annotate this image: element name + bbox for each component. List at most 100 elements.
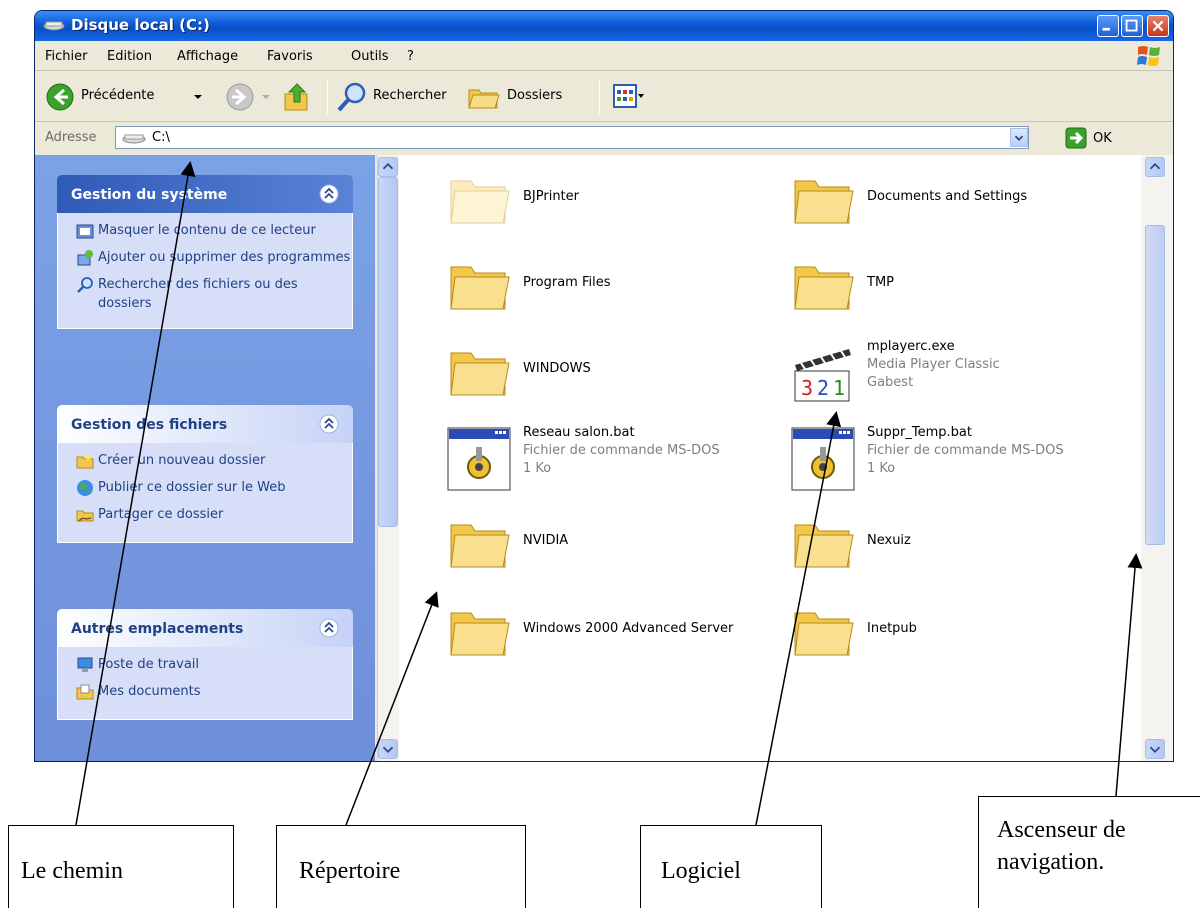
task-label: Mes documents <box>98 684 201 699</box>
chevron-up-icon <box>382 163 394 170</box>
file-detail: 1 Ko <box>867 461 896 476</box>
folder-icon <box>447 341 511 401</box>
callout-text: Logiciel <box>661 858 741 884</box>
menu-favoris[interactable]: Favoris <box>267 49 313 64</box>
folder-icon <box>447 601 511 661</box>
folder-icon <box>791 513 855 573</box>
batch-file-icon <box>791 427 855 491</box>
address-value: C:\ <box>152 130 170 145</box>
chevron-up-icon <box>1149 163 1161 170</box>
search-button-label[interactable]: Rechercher <box>373 88 447 103</box>
folder-item[interactable]: Nexuiz <box>779 507 1119 587</box>
task-label: Rechercher des fichiers ou des dossiers <box>98 277 298 311</box>
folder-item[interactable]: TMP <box>779 249 1119 329</box>
file-item[interactable]: Reseau salon.bat Fichier de commande MS-D… <box>435 421 775 501</box>
place-my-computer[interactable]: Poste de travail <box>58 655 352 677</box>
views-icon[interactable] <box>613 84 645 110</box>
folder-item[interactable]: BJPrinter <box>435 163 775 243</box>
back-button-label[interactable]: Précédente <box>81 88 154 103</box>
minimize-button[interactable] <box>1097 15 1119 37</box>
task-label: Publier ce dossier sur le Web <box>98 480 286 495</box>
callout-software: Logiciel <box>640 825 822 908</box>
collapse-chevron-icon[interactable] <box>319 184 339 204</box>
scroll-thumb[interactable] <box>378 177 398 527</box>
back-dropdown-icon[interactable] <box>193 92 203 102</box>
collapse-chevron-icon[interactable] <box>319 618 339 638</box>
folder-icon <box>791 169 855 229</box>
globe-icon <box>77 480 93 496</box>
scroll-down-button[interactable] <box>378 739 398 759</box>
task-new-folder[interactable]: Créer un nouveau dossier <box>58 451 352 473</box>
folder-item[interactable]: WINDOWS <box>435 335 775 415</box>
file-detail: Fichier de commande MS-DOS <box>867 443 1064 458</box>
file-detail: 1 Ko <box>523 461 552 476</box>
menu-help[interactable]: ? <box>407 49 414 64</box>
folder-up-icon[interactable] <box>281 80 313 114</box>
callout-text: Répertoire <box>299 858 401 884</box>
task-label: Poste de travail <box>98 657 200 672</box>
folders-icon[interactable] <box>467 82 501 112</box>
content-scrollbar[interactable] <box>1141 155 1173 761</box>
group-title: Autres emplacements <box>71 621 244 637</box>
menu-edition[interactable]: Edition <box>107 49 152 64</box>
close-button[interactable] <box>1147 15 1169 37</box>
folder-icon <box>791 601 855 661</box>
place-my-documents[interactable]: Mes documents <box>58 682 352 704</box>
go-arrow-icon[interactable] <box>1065 127 1087 149</box>
callout-path: Le chemin <box>8 825 234 908</box>
windows-logo-icon <box>1137 46 1160 66</box>
file-item[interactable]: Suppr_Temp.bat Fichier de commande MS-DOS… <box>779 421 1119 501</box>
address-dropdown-button[interactable] <box>1010 128 1028 147</box>
search-icon[interactable] <box>335 80 369 114</box>
collapse-chevron-icon[interactable] <box>319 414 339 434</box>
folder-item[interactable]: Inetpub <box>779 595 1119 675</box>
file-detail: Gabest <box>867 375 914 390</box>
task-add-remove-programs[interactable]: Ajouter ou supprimer des programmes <box>58 248 352 270</box>
chevron-down-icon <box>382 746 394 753</box>
file-name: WINDOWS <box>523 361 591 376</box>
forward-dropdown-icon[interactable] <box>261 92 271 102</box>
drive-icon <box>122 134 146 144</box>
task-publish-web[interactable]: Publier ce dossier sur le Web <box>58 478 352 500</box>
documents-folder-icon <box>76 684 94 700</box>
go-label[interactable]: OK <box>1093 131 1112 146</box>
address-field[interactable]: C:\ <box>115 126 1029 149</box>
maximize-button[interactable] <box>1121 15 1143 37</box>
folder-item[interactable]: NVIDIA <box>435 507 775 587</box>
task-share-folder[interactable]: Partager ce dossier <box>58 505 352 527</box>
programs-icon <box>77 250 93 266</box>
group-header[interactable]: Gestion du système <box>57 175 353 213</box>
folders-button-label[interactable]: Dossiers <box>507 88 562 103</box>
group-header[interactable]: Autres emplacements <box>57 609 353 647</box>
share-folder-icon <box>76 510 94 522</box>
group-title: Gestion des fichiers <box>71 417 228 433</box>
scroll-down-button[interactable] <box>1145 739 1165 759</box>
file-name: Nexuiz <box>867 533 911 548</box>
menu-fichier[interactable]: Fichier <box>45 49 88 64</box>
file-item[interactable]: 3 2 1 mplayerc.exe Media Player Classic Gabes… <box>779 335 1119 415</box>
file-name: Documents and Settings <box>867 189 1028 204</box>
scroll-up-button[interactable] <box>378 157 398 177</box>
folder-item[interactable]: Windows 2000 Advanced Server <box>435 595 775 675</box>
task-hide-drive-contents[interactable]: Masquer le contenu de ce lecteur <box>58 221 352 243</box>
file-name: Program Files <box>523 275 611 290</box>
menu-affichage[interactable]: Affichage <box>177 49 238 64</box>
folder-item[interactable]: Documents and Settings <box>779 163 1119 243</box>
scroll-up-button[interactable] <box>1145 157 1165 177</box>
task-search-files[interactable]: Rechercher des fichiers ou des dossiers <box>58 275 352 313</box>
title-bar[interactable]: Disque local (C:) <box>35 11 1173 41</box>
batch-file-icon <box>447 427 511 491</box>
file-name: Inetpub <box>867 621 917 636</box>
callout-text: Ascenseur de <box>997 817 1126 843</box>
forward-arrow-icon[interactable] <box>225 82 255 112</box>
folder-icon <box>447 513 511 573</box>
file-name: TMP <box>867 275 894 290</box>
menu-bar: Fichier Edition Affichage Favoris Outils… <box>35 41 1173 71</box>
scroll-thumb[interactable] <box>1145 225 1165 545</box>
group-header[interactable]: Gestion des fichiers <box>57 405 353 443</box>
folder-item[interactable]: Program Files <box>435 249 775 329</box>
back-arrow-icon[interactable] <box>45 82 75 112</box>
file-name: Reseau salon.bat <box>523 425 635 440</box>
task-pane-scrollbar[interactable] <box>377 155 399 761</box>
menu-outils[interactable]: Outils <box>351 49 389 64</box>
